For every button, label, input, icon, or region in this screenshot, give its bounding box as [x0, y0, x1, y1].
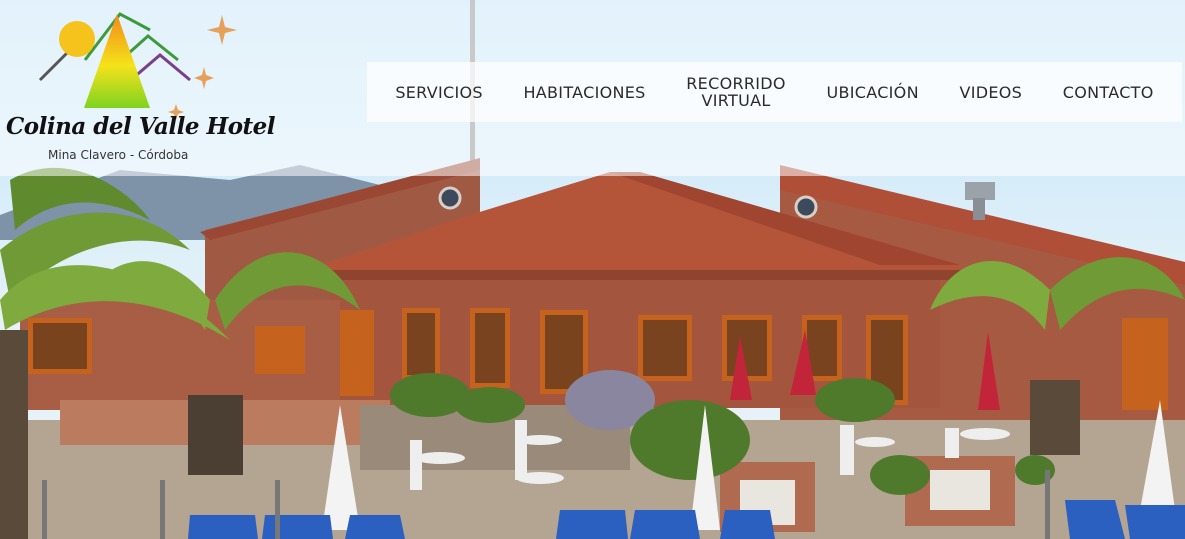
nav-ubicacion[interactable]: UBICACIÓN — [826, 84, 918, 101]
nav-recorrido-line2: VIRTUAL — [701, 91, 771, 110]
nav-servicios[interactable]: SERVICIOS — [395, 84, 483, 101]
nav-contacto[interactable]: CONTACTO — [1063, 84, 1154, 101]
balusters — [930, 470, 990, 510]
star-icon — [168, 15, 237, 120]
chimney — [973, 198, 985, 220]
nav-recorrido-line1: RECORRIDO — [686, 74, 786, 93]
eaves — [320, 270, 960, 280]
hotel-logo[interactable]: Colina del Valle Hotel Mina Clavero - Có… — [0, 0, 276, 176]
sun-icon — [59, 21, 95, 57]
round-window — [438, 186, 462, 210]
logo-subtitle: Mina Clavero - Córdoba — [48, 148, 189, 162]
triangle-mountain-logo-icon — [38, 12, 191, 108]
chimney-cap — [965, 182, 995, 200]
nav-recorrido-virtual[interactable]: RECORRIDO VIRTUAL — [686, 75, 786, 109]
logo-title: Colina del Valle Hotel — [6, 113, 276, 140]
nav-videos[interactable]: VIDEOS — [959, 84, 1022, 101]
nav-habitaciones[interactable]: HABITACIONES — [523, 84, 645, 101]
main-nav: SERVICIOS HABITACIONES RECORRIDO VIRTUAL… — [367, 62, 1182, 122]
round-window — [794, 195, 818, 219]
